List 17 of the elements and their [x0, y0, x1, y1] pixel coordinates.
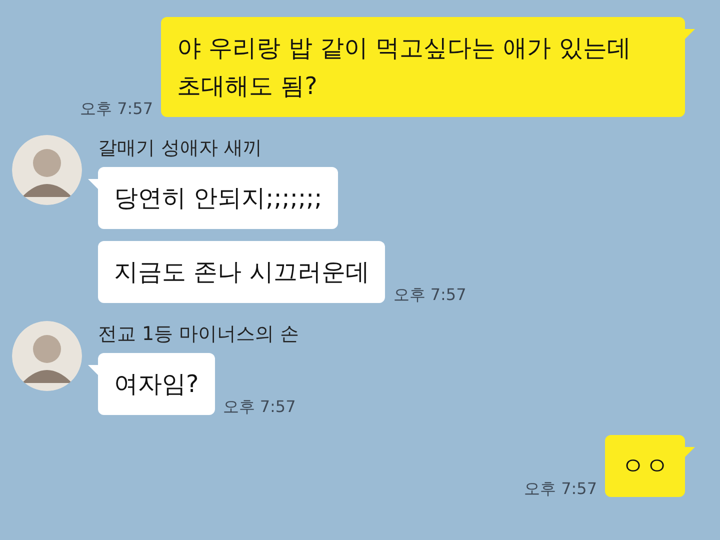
message-bubble: ㅇㅇ [605, 434, 685, 497]
message-time: 오후 7:57 [80, 101, 153, 117]
message-time: 오후 7:57 [524, 480, 597, 497]
bubble-tail [88, 178, 98, 189]
avatar[interactable] [12, 135, 82, 205]
message-bubble: 야 우리랑 밥 같이 먹고싶다는 애가 있는데 초대해도 됨? [161, 17, 685, 117]
bubble-tail [685, 29, 695, 39]
bubble-tail [685, 446, 695, 457]
sender-name: 갈매기 성애자 새끼 [98, 137, 264, 160]
avatar[interactable] [12, 320, 82, 391]
message-time: 오후 7:57 [222, 398, 296, 415]
message-time: 오후 7:57 [393, 286, 466, 303]
message-bubble: 여자임? [98, 352, 215, 415]
message-bubble: 당연히 안되지;;;;;;; [98, 166, 338, 229]
bubble-tail [88, 364, 98, 375]
message-bubble: 지금도 존나 시끄러운데 [98, 240, 386, 303]
sender-name: 전교 1등 마이너스의 손 [98, 322, 300, 346]
